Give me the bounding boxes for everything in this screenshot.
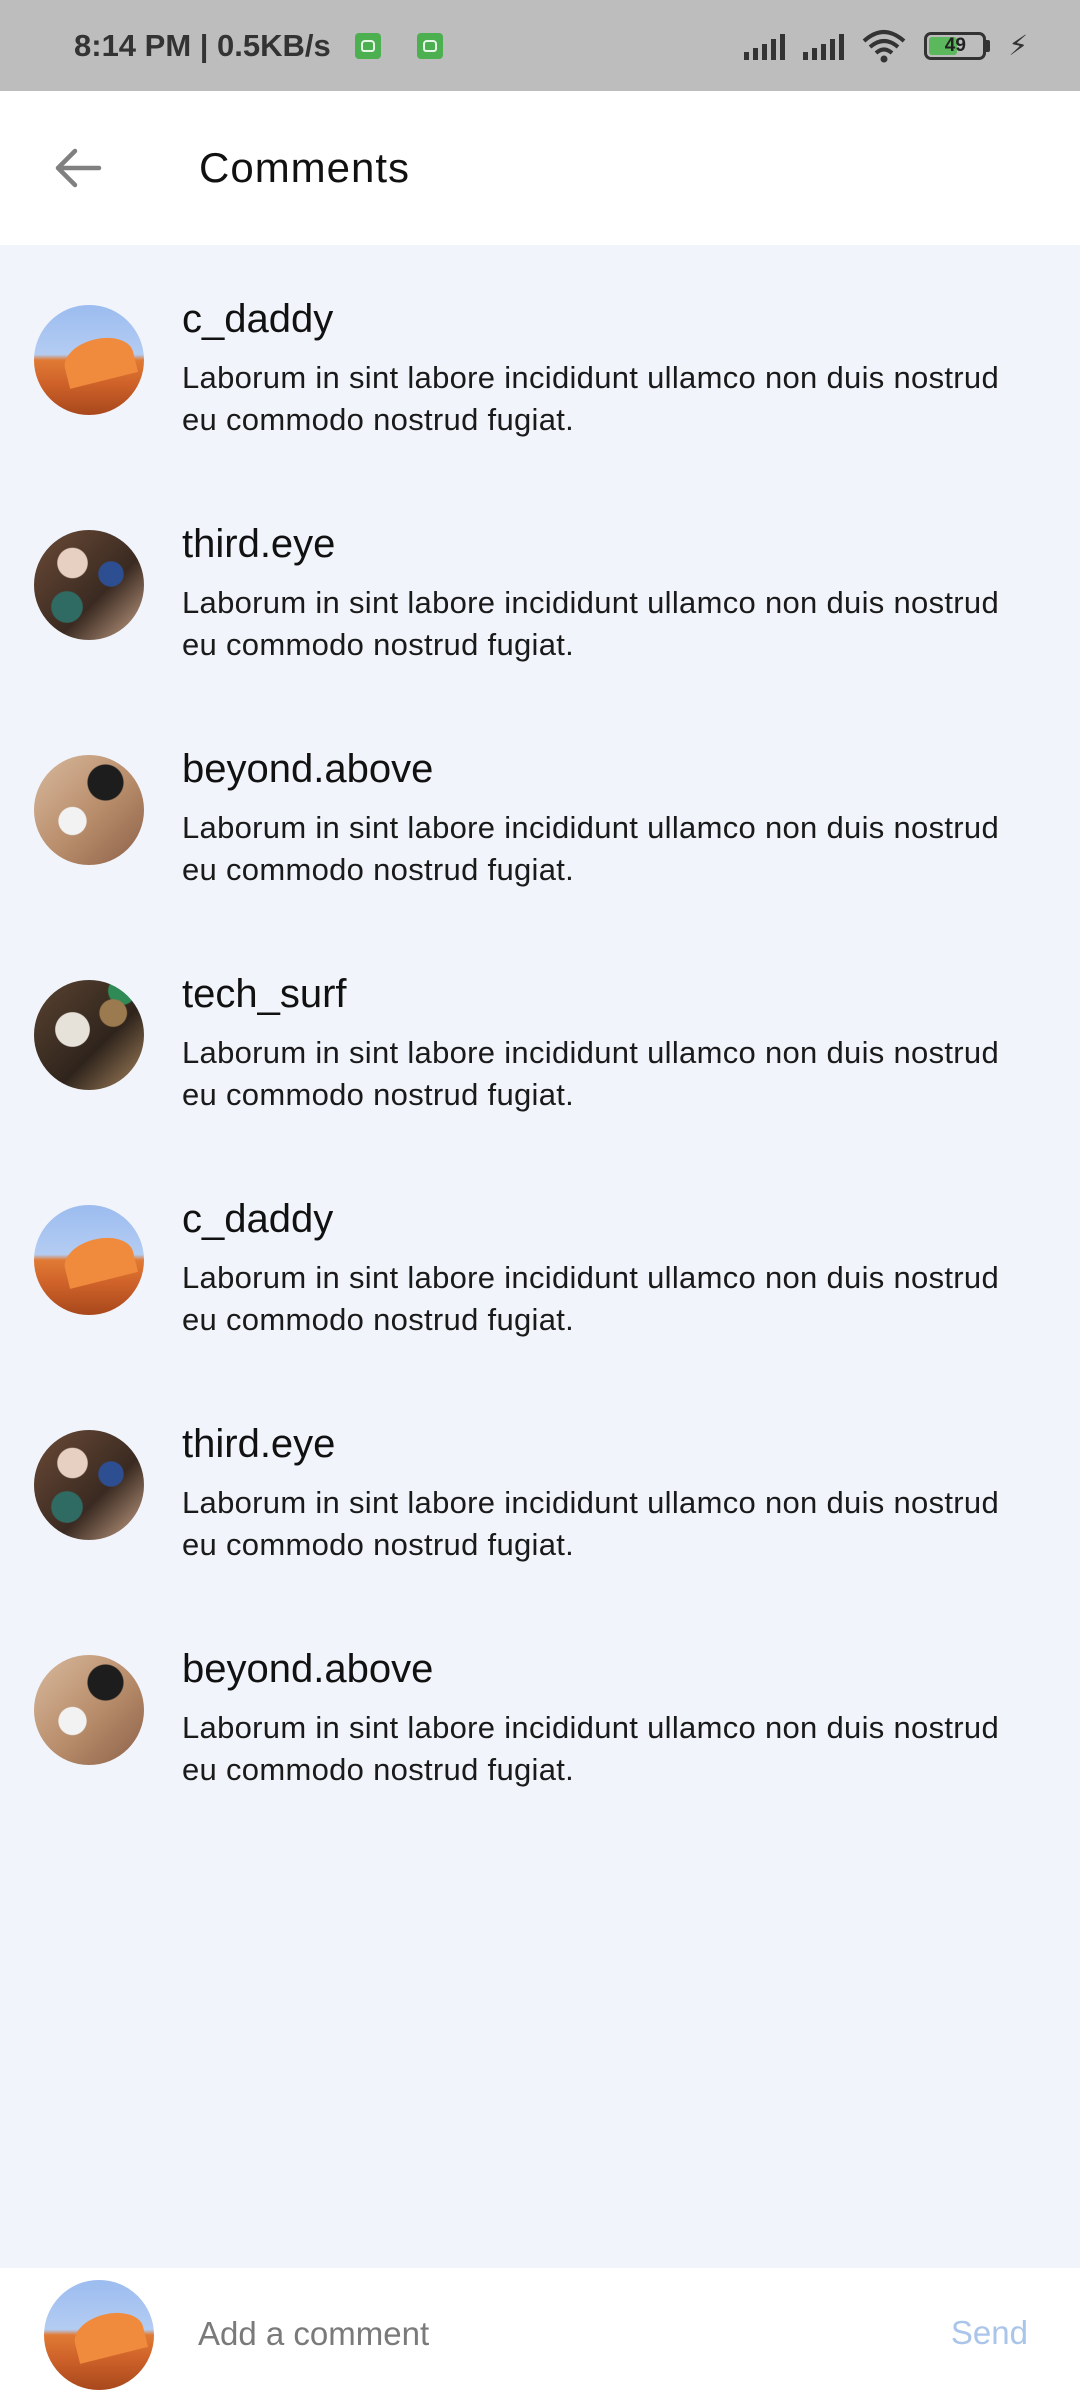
avatar[interactable] — [34, 755, 144, 865]
avatar[interactable] — [34, 1430, 144, 1540]
comment-username[interactable]: c_daddy — [182, 1197, 333, 1242]
comment-username[interactable]: tech_surf — [182, 972, 347, 1017]
page-title: Comments — [199, 144, 411, 191]
comment-input[interactable] — [198, 2304, 898, 2364]
comment-text: Laborum in sint labore incididunt ullamc… — [182, 1485, 999, 1562]
arrow-left-icon — [55, 148, 102, 188]
comment-item[interactable]: beyond.above Laborum in sint labore inci… — [0, 695, 1080, 920]
comment-username[interactable]: c_daddy — [182, 297, 333, 342]
comment-text: Laborum in sint labore incididunt ullamc… — [182, 1035, 999, 1112]
comment-text: Laborum in sint labore incididunt ullamc… — [182, 1710, 999, 1787]
battery-icon: 49 — [924, 31, 991, 60]
status-bar: 8:14 PM | 0.5KB/s 49 ⚡ — [0, 0, 1080, 91]
comment-item[interactable]: third.eye Laborum in sint labore incidid… — [0, 1370, 1080, 1595]
comment-item[interactable]: tech_surf Laborum in sint labore incidid… — [0, 920, 1080, 1145]
back-button[interactable] — [50, 140, 106, 196]
comment-username[interactable]: beyond.above — [182, 747, 433, 792]
android-notification-icon — [416, 32, 443, 59]
signal-icon — [803, 32, 845, 60]
comment-username[interactable]: third.eye — [182, 1422, 335, 1467]
avatar[interactable] — [34, 980, 144, 1090]
status-right: 49 ⚡ — [744, 29, 1028, 63]
comment-composer: Send — [0, 2268, 1080, 2400]
status-time-speed: 8:14 PM | 0.5KB/s — [74, 27, 331, 63]
app-header: Comments — [0, 91, 1080, 245]
current-user-avatar — [44, 2280, 154, 2390]
signal-icon — [744, 32, 786, 60]
comment-item[interactable]: third.eye Laborum in sint labore incidid… — [0, 470, 1080, 695]
avatar[interactable] — [34, 530, 144, 640]
comment-item[interactable]: c_daddy Laborum in sint labore incididun… — [0, 1145, 1080, 1370]
battery-level: 49 — [944, 34, 966, 56]
charging-icon: ⚡ — [1008, 30, 1028, 61]
comment-text: Laborum in sint labore incididunt ullamc… — [182, 360, 999, 437]
avatar[interactable] — [34, 1655, 144, 1765]
avatar[interactable] — [34, 305, 144, 415]
comment-username[interactable]: beyond.above — [182, 1647, 433, 1692]
comment-text: Laborum in sint labore incididunt ullamc… — [182, 1260, 999, 1337]
android-notification-icon — [354, 32, 381, 59]
comment-text: Laborum in sint labore incididunt ullamc… — [182, 810, 999, 887]
comment-item[interactable]: beyond.above Laborum in sint labore inci… — [0, 1595, 1080, 1820]
comment-text: Laborum in sint labore incididunt ullamc… — [182, 585, 999, 662]
comment-username[interactable]: third.eye — [182, 522, 335, 567]
send-button[interactable]: Send — [951, 2314, 1028, 2352]
avatar[interactable] — [34, 1205, 144, 1315]
comment-item[interactable]: c_daddy Laborum in sint labore incididun… — [0, 245, 1080, 470]
status-left: 8:14 PM | 0.5KB/s — [74, 28, 443, 64]
wifi-icon — [862, 29, 906, 62]
